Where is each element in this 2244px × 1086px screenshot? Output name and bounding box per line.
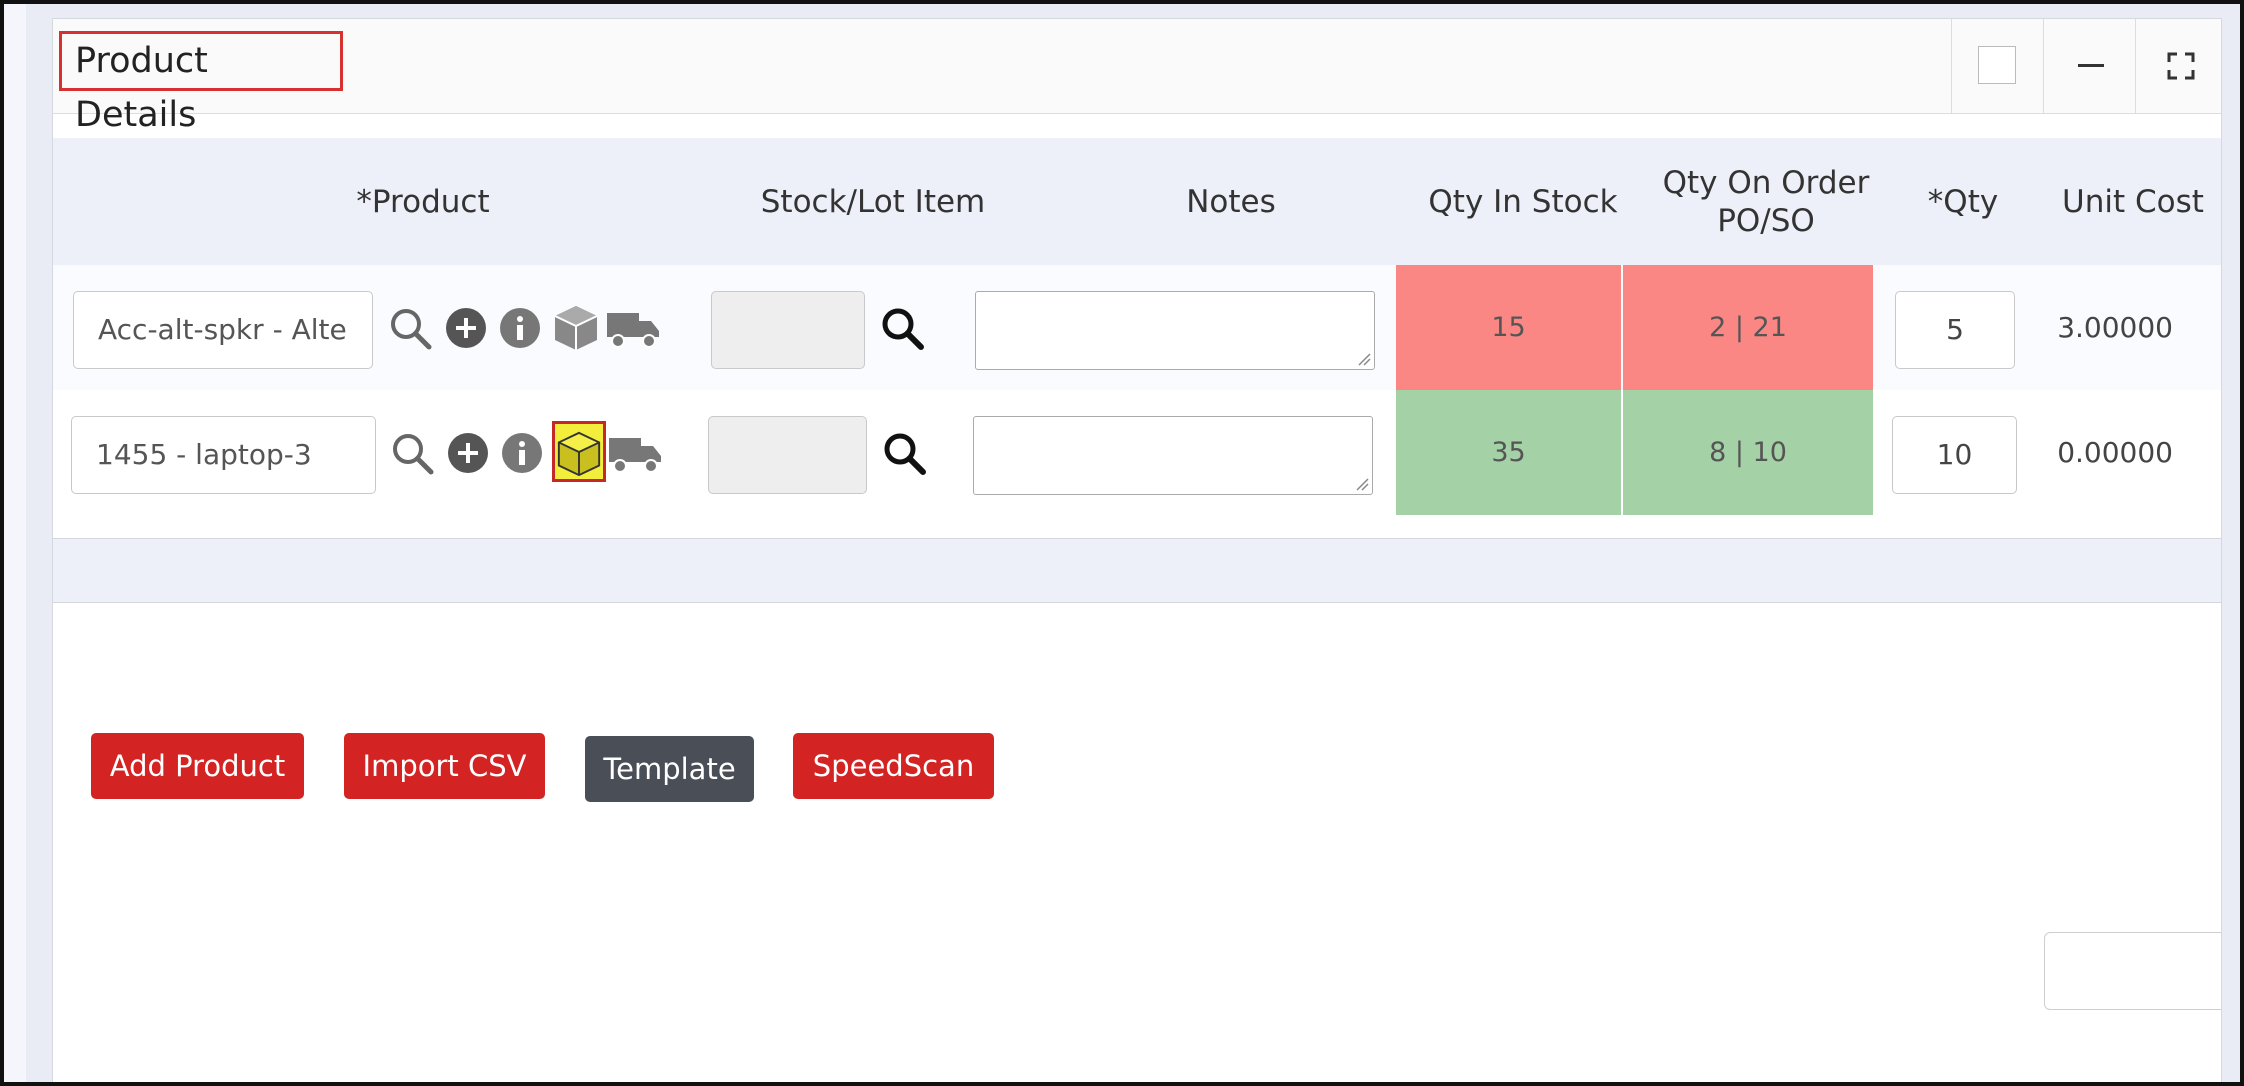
stock-lot-search-icon[interactable] bbox=[881, 430, 927, 476]
product-input[interactable]: Acc-alt-spkr - Alte bbox=[73, 291, 373, 369]
search-icon[interactable] bbox=[387, 305, 433, 351]
minimize-icon bbox=[2078, 64, 2104, 67]
col-header-qty-on-order-line2: PO/SO bbox=[1717, 202, 1815, 239]
minimize-button[interactable] bbox=[2043, 19, 2136, 113]
plus-circle-icon[interactable] bbox=[445, 430, 491, 476]
notes-textarea[interactable] bbox=[973, 416, 1373, 495]
info-icon[interactable] bbox=[497, 305, 543, 351]
stock-lot-search-icon[interactable] bbox=[879, 305, 925, 351]
box-icon-highlight[interactable] bbox=[552, 421, 606, 482]
add-product-button[interactable]: Add Product bbox=[91, 733, 304, 799]
speedscan-button[interactable]: SpeedScan bbox=[793, 733, 994, 799]
col-header-unit-cost: Unit Cost bbox=[2062, 183, 2204, 220]
bottom-field[interactable] bbox=[2044, 932, 2221, 1010]
unit-cost-value: 3.00000 bbox=[2057, 311, 2173, 344]
panel-header: Product Details bbox=[53, 19, 2221, 135]
col-header-stock-lot: Stock/Lot Item bbox=[760, 183, 986, 220]
expand-icon bbox=[2167, 52, 2195, 80]
notes-textarea[interactable] bbox=[975, 291, 1375, 370]
table-row: 1455 - laptop-3 35 8 | 10 10 0.00000 bbox=[53, 390, 2221, 515]
qty-input[interactable]: 5 bbox=[1895, 291, 2015, 369]
table-row: Acc-alt-spkr - Alte 15 2 | 21 5 3.00000 bbox=[53, 265, 2221, 390]
col-header-qty-on-order: Qty On Order PO/SO bbox=[1641, 138, 1891, 265]
product-input[interactable]: 1455 - laptop-3 bbox=[71, 416, 376, 494]
search-icon[interactable] bbox=[389, 430, 435, 476]
checkbox-square-icon bbox=[1978, 46, 2016, 84]
col-header-notes: Notes bbox=[1186, 183, 1276, 220]
table-header: *Product Stock/Lot Item Notes Qty In Sto… bbox=[53, 138, 2221, 265]
truck-icon[interactable] bbox=[607, 430, 663, 476]
qty-on-order-cell: 8 | 10 bbox=[1623, 390, 1873, 515]
template-button[interactable]: Template bbox=[585, 736, 754, 802]
panel-title: Product Details bbox=[59, 31, 343, 135]
qty-in-stock-cell: 15 bbox=[1396, 265, 1621, 390]
box-icon bbox=[557, 431, 601, 477]
left-scroll-track bbox=[4, 4, 26, 1082]
box-icon[interactable] bbox=[551, 302, 601, 352]
qty-on-order-cell: 2 | 21 bbox=[1623, 265, 1873, 390]
plus-circle-icon[interactable] bbox=[443, 305, 489, 351]
qty-input[interactable]: 10 bbox=[1892, 416, 2017, 494]
qty-in-stock-cell: 35 bbox=[1396, 390, 1621, 515]
stock-lot-input[interactable] bbox=[711, 291, 865, 369]
resize-grip-icon[interactable] bbox=[1355, 477, 1369, 491]
info-icon[interactable] bbox=[499, 430, 545, 476]
product-details-panel: Product Details *Product Stock/Lot Item … bbox=[52, 18, 2222, 1086]
col-header-qty-on-order-line1: Qty On Order bbox=[1662, 164, 1870, 201]
fullscreen-button[interactable] bbox=[2135, 19, 2221, 113]
select-checkbox-button[interactable] bbox=[1951, 19, 2044, 113]
table-footer bbox=[53, 538, 2221, 603]
truck-icon[interactable] bbox=[605, 305, 661, 351]
col-header-product: *Product bbox=[356, 183, 490, 220]
col-header-qty-in-stock: Qty In Stock bbox=[1428, 183, 1618, 220]
col-header-qty: *Qty bbox=[1927, 183, 1999, 220]
stock-lot-input[interactable] bbox=[708, 416, 867, 494]
unit-cost-value: 0.00000 bbox=[2057, 436, 2173, 469]
resize-grip-icon[interactable] bbox=[1357, 352, 1371, 366]
import-csv-button[interactable]: Import CSV bbox=[344, 733, 545, 799]
